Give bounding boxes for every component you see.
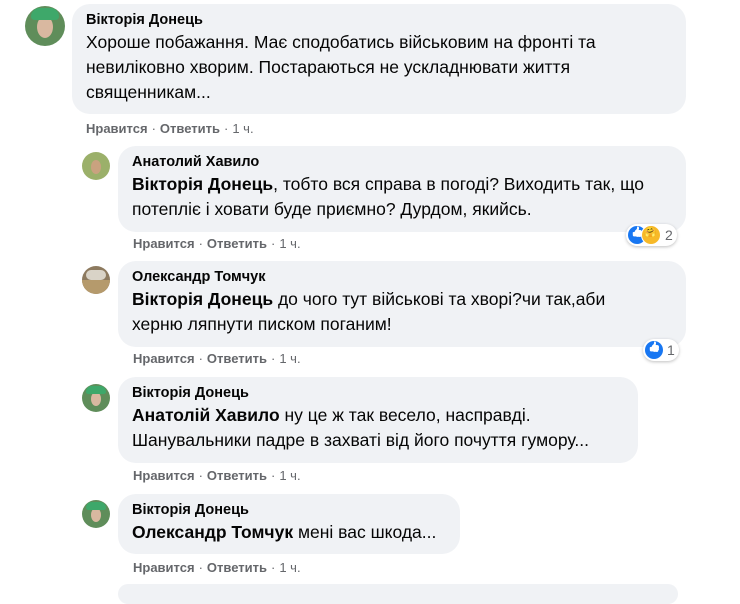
reaction-summary[interactable]: 2 [626, 224, 677, 246]
avatar[interactable] [82, 152, 110, 180]
comment-actions: Нравится · Ответить · 1 ч. [133, 351, 301, 366]
comment-author[interactable]: Вікторія Донець [86, 12, 672, 28]
mention-link[interactable]: Олександр Томчук [132, 522, 293, 542]
comment-bubble: Вікторія Донець Анатолій Хавило ну це ж … [118, 377, 638, 463]
avatar[interactable] [82, 384, 110, 412]
reaction-count: 1 [667, 342, 675, 358]
comment-actions: Нравится · Ответить · 1 ч. [133, 560, 301, 575]
like-button[interactable]: Нравится [86, 121, 148, 136]
comment-text-line: мені вас шкода... [293, 522, 437, 542]
reply-button[interactable]: Ответить [207, 560, 267, 575]
timestamp[interactable]: 1 ч. [279, 351, 300, 366]
comment-author[interactable]: Олександр Томчук [132, 269, 672, 285]
comment-text-line: потепліє і ховати буде приємно? Дурдом, … [132, 199, 532, 219]
comment-author[interactable]: Анатолий Хавило [132, 154, 672, 170]
timestamp[interactable]: 1 ч. [279, 560, 300, 575]
mention-link[interactable]: Вікторія Донець [132, 289, 273, 309]
timestamp[interactable]: 1 ч. [279, 236, 300, 251]
comment-author[interactable]: Вікторія Донець [132, 502, 446, 518]
like-button[interactable]: Нравится [133, 351, 195, 366]
comment-bubble: Вікторія Донець Олександр Томчук мені ва… [118, 494, 460, 554]
comment-text-line: Хороше побажання. Має сподобатись військ… [86, 32, 596, 52]
timestamp[interactable]: 1 ч. [279, 468, 300, 483]
like-reaction-icon [645, 341, 663, 359]
comment-bubble: Олександр Томчук Вікторія Донець до чого… [118, 261, 686, 347]
avatar[interactable] [82, 266, 110, 294]
comment-text-line: до чого тут військові та хворі?чи так,аб… [273, 289, 606, 309]
comment-text-line: ну це ж так весело, насправді. [279, 405, 531, 425]
comment-text-line: священникам... [86, 82, 211, 102]
reply-button[interactable]: Ответить [207, 468, 267, 483]
comment-author[interactable]: Вікторія Донець [132, 385, 624, 401]
comment-bubble: Анатолий Хавило Вікторія Донець, тобто в… [118, 146, 686, 232]
reaction-summary[interactable]: 1 [643, 339, 679, 361]
comment-actions: Нравится · Ответить · 1 ч. [133, 236, 301, 251]
like-button[interactable]: Нравится [133, 236, 195, 251]
comment-text-line: , тобто вся справа в погоді? Виходить та… [273, 174, 645, 194]
comment-text-line: Шанувальники падре в захваті від його по… [132, 430, 589, 450]
reaction-count: 2 [665, 227, 673, 243]
comment-text-line: херню ляпнути писком поганим! [132, 314, 392, 334]
avatar[interactable] [25, 6, 65, 46]
mention-link[interactable]: Анатолій Хавило [132, 405, 280, 425]
like-button[interactable]: Нравится [133, 560, 195, 575]
reply-button[interactable]: Ответить [207, 351, 267, 366]
comment-bubble-partial [118, 584, 678, 604]
comment-bubble: Вікторія Донець Хороше побажання. Має сп… [72, 4, 686, 114]
mention-link[interactable]: Вікторія Донець [132, 174, 273, 194]
like-button[interactable]: Нравится [133, 468, 195, 483]
comment-actions: Нравится · Ответить · 1 ч. [133, 468, 301, 483]
avatar[interactable] [82, 500, 110, 528]
comment-actions: Нравится · Ответить · 1 ч. [86, 121, 254, 136]
reply-button[interactable]: Ответить [160, 121, 220, 136]
comment-text-line: невиліковно хворим. Постараються не ускл… [86, 57, 571, 77]
care-reaction-icon [641, 225, 661, 245]
reply-button[interactable]: Ответить [207, 236, 267, 251]
timestamp[interactable]: 1 ч. [232, 121, 253, 136]
